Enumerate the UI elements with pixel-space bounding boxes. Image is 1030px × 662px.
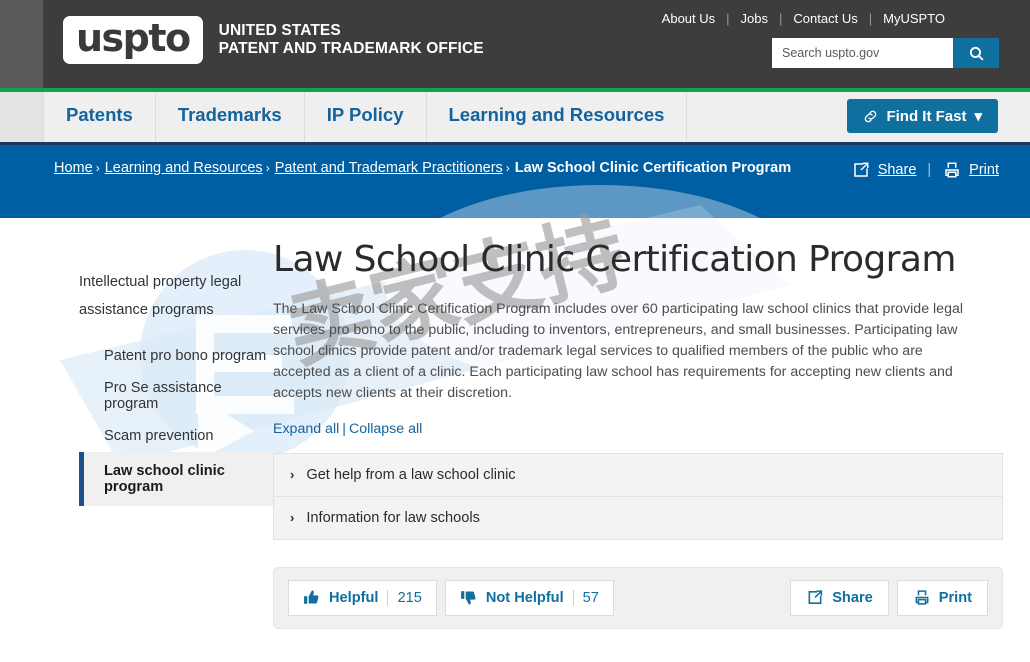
nav-item-patents[interactable]: Patents — [43, 88, 155, 142]
breadcrumb-item-current: Law School Clinic Certification Program — [514, 160, 792, 176]
print-icon — [942, 161, 962, 179]
not-helpful-count: 57 — [572, 589, 599, 606]
share-print-buttons: Share Print — [790, 579, 988, 616]
search-icon — [968, 45, 985, 62]
helpful-count: 215 — [387, 589, 422, 606]
agency-name: UNITED STATES PATENT AND TRADEMARK OFFIC… — [219, 22, 484, 59]
sidebar-parent-link[interactable]: Intellectual property legal assistance p… — [79, 268, 254, 324]
print-icon — [913, 589, 931, 606]
share-icon — [806, 589, 824, 606]
content-area: Intellectual property legal assistance p… — [0, 218, 1030, 629]
helpful-label: Helpful — [329, 589, 379, 606]
util-link-myuspto[interactable]: MyUSPTO — [872, 11, 956, 26]
tools-divider: | — [927, 162, 932, 178]
breadcrumb: Home › Learning and Resources › Patent and T… — [54, 158, 794, 179]
not-helpful-label: Not Helpful — [485, 589, 564, 606]
breadcrumb-print-button[interactable]: Print — [942, 161, 999, 179]
agency-line-2: PATENT AND TRADEMARK OFFICE — [218, 40, 484, 57]
accordion-item-information-for-law-schools[interactable]: › Information for law schools — [274, 495, 1002, 539]
print-button[interactable]: Print — [896, 579, 988, 616]
intro-paragraph: The Law School Clinic Certification Prog… — [273, 300, 964, 401]
chevron-right-icon: › — [290, 467, 295, 483]
not-helpful-button[interactable]: Not Helpful 57 — [444, 579, 614, 616]
share-button[interactable]: Share — [790, 579, 889, 616]
sidebar-item-pro-se-assistance-program[interactable]: Pro Se assistance program — [79, 372, 273, 420]
uspto-logo[interactable]: uspto UNITED STATES PATENT AND TRADEMARK… — [63, 16, 484, 64]
nav-item-learning-and-resources[interactable]: Learning and Resources — [425, 88, 688, 142]
nav-left-strip — [0, 88, 43, 142]
thumbs-up-icon — [303, 589, 320, 606]
print-button-label: Print — [938, 589, 972, 606]
search-input[interactable] — [772, 38, 953, 68]
share-button-label: Share — [832, 589, 873, 606]
feedback-bar: Helpful 215 Not Helpful 57 Share Print — [273, 566, 1003, 629]
util-link-jobs[interactable]: Jobs — [730, 11, 779, 26]
sidebar-item-law-school-clinic-program[interactable]: Law school clinic program — [79, 452, 273, 506]
breadcrumb-separator: › — [95, 161, 100, 175]
chevron-right-icon: › — [290, 510, 295, 526]
sidebar-item-patent-pro-bono-program[interactable]: Patent pro bono program — [79, 340, 273, 372]
breadcrumb-print-label: Print — [969, 162, 999, 178]
site-search — [772, 38, 999, 68]
breadcrumb-band: Home › Learning and Resources › Patent and T… — [0, 145, 1030, 218]
page-root: uspto UNITED STATES PATENT AND TRADEMARK… — [0, 0, 1030, 662]
breadcrumb-item-home[interactable]: Home — [54, 160, 93, 176]
page-title: Law School Clinic Certification Program — [273, 239, 956, 280]
nav-items: Patents Trademarks IP Policy Learning an… — [43, 88, 688, 142]
main-column: Law School Clinic Certification Program … — [273, 240, 1030, 629]
expand-collapse-controls: Expand all | Collapse all — [273, 421, 1003, 437]
breadcrumb-share-button[interactable]: Share — [851, 161, 917, 179]
logo-badge: uspto — [63, 16, 203, 64]
header-left-strip — [0, 0, 43, 88]
search-submit-button[interactable] — [953, 38, 999, 68]
accordion-item-get-help[interactable]: › Get help from a law school clinic — [274, 454, 1002, 496]
breadcrumb-item-learning-and-resources[interactable]: Learning and Resources — [105, 160, 263, 176]
utility-nav: About Us | Jobs | Contact Us | MyUSPTO — [651, 11, 956, 26]
nav-item-ip-policy[interactable]: IP Policy — [303, 88, 426, 142]
breadcrumb-separator: › — [265, 161, 270, 175]
main-navigation: Patents Trademarks IP Policy Learning an… — [0, 88, 1030, 145]
sidebar-items: Patent pro bono program Pro Se assistanc… — [79, 340, 273, 506]
share-icon — [851, 161, 871, 179]
accordion-label: Get help from a law school clinic — [306, 466, 516, 483]
chevron-down-icon: ▾ — [974, 108, 982, 125]
sidebar-navigation: Intellectual property legal assistance p… — [0, 240, 273, 629]
accordion-list: › Get help from a law school clinic › In… — [273, 452, 1003, 540]
accordion-label: Information for law schools — [306, 509, 480, 526]
feedback-buttons: Helpful 215 Not Helpful 57 — [288, 579, 614, 616]
green-accent-rule — [0, 88, 1030, 92]
nav-item-trademarks[interactable]: Trademarks — [154, 88, 304, 142]
agency-line-1: UNITED STATES — [218, 21, 341, 39]
collapse-all-link[interactable]: Collapse all — [349, 421, 422, 437]
breadcrumb-item-practitioners[interactable]: Patent and Trademark Practitioners — [275, 160, 503, 176]
thumbs-down-icon — [460, 589, 477, 606]
link-icon — [863, 109, 878, 124]
sidebar-item-scam-prevention[interactable]: Scam prevention — [79, 420, 273, 452]
find-it-fast-button[interactable]: Find It Fast ▾ — [847, 99, 998, 133]
expand-all-link[interactable]: Expand all — [273, 421, 339, 437]
breadcrumb-separator: › — [505, 161, 510, 175]
find-it-fast-label: Find It Fast — [886, 107, 967, 125]
breadcrumb-share-label: Share — [877, 162, 917, 178]
logo-wordmark: uspto — [76, 16, 191, 60]
breadcrumb-tools: Share | Print — [851, 161, 999, 179]
expand-divider: | — [342, 420, 346, 437]
util-link-contact-us[interactable]: Contact Us — [782, 11, 868, 26]
util-link-about-us[interactable]: About Us — [651, 11, 726, 26]
helpful-button[interactable]: Helpful 215 — [288, 579, 437, 616]
site-header: uspto UNITED STATES PATENT AND TRADEMARK… — [0, 0, 1030, 88]
